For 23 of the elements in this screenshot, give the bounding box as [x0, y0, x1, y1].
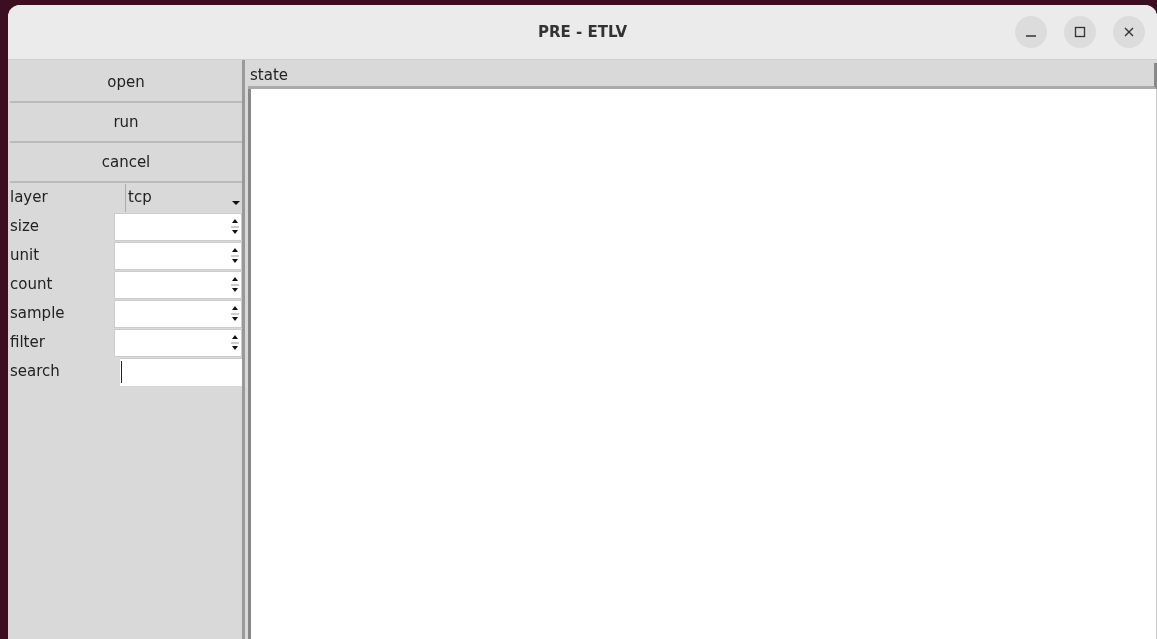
maximize-icon — [1074, 26, 1086, 38]
search-field[interactable] — [120, 357, 242, 386]
spinbox-field[interactable] — [114, 299, 242, 328]
close-button[interactable] — [1113, 16, 1145, 48]
spinbox-field[interactable] — [114, 212, 242, 241]
field-label: size — [10, 216, 41, 238]
field-label: unit — [10, 245, 41, 267]
close-icon — [1123, 26, 1135, 38]
spinbox-field[interactable] — [114, 241, 242, 270]
maximize-button[interactable] — [1064, 16, 1096, 48]
minimize-button[interactable] — [1015, 16, 1047, 48]
spinbox-field[interactable] — [114, 328, 242, 357]
layer-dropdown[interactable]: tcp — [125, 183, 242, 212]
field-label: sample — [10, 303, 66, 325]
field-label: layer — [10, 187, 49, 209]
field-label: count — [10, 274, 54, 296]
spinbox-field[interactable] — [114, 270, 242, 299]
window-title: PRE - ETLV — [537, 21, 627, 43]
field-label: filter — [10, 332, 46, 354]
column-header[interactable]: state — [248, 63, 1157, 89]
dropdown-arrow-icon — [232, 200, 240, 205]
field-label: search — [10, 361, 61, 383]
minimize-icon — [1026, 35, 1036, 37]
